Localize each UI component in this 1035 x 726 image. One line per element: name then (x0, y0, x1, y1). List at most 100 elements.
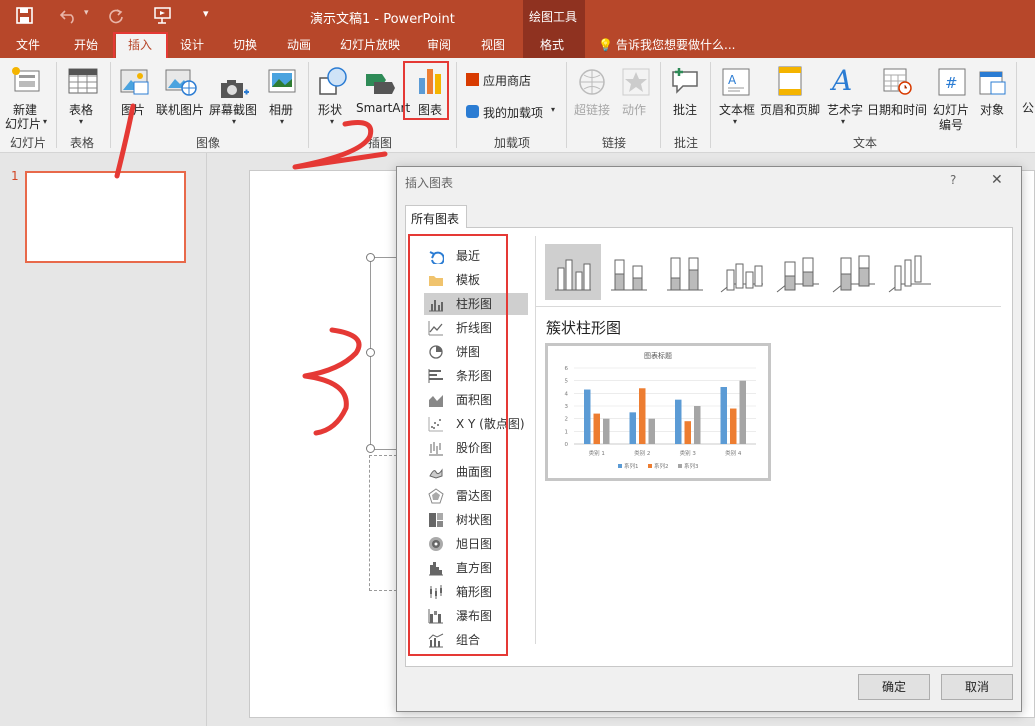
tell-me-search[interactable]: 告诉我您想要做什么... (616, 32, 735, 58)
screenshot-button[interactable]: 屏幕截图 ▾ (208, 60, 262, 130)
office-store-button[interactable]: 应用商店 (462, 70, 562, 90)
textbox-icon: A (722, 68, 750, 96)
group-divider (566, 62, 567, 148)
x-tick-label: 类别 2 (634, 449, 650, 457)
tab-all-charts[interactable]: 所有图表 (405, 205, 467, 228)
group-label-illustrations: 插图 (368, 136, 393, 150)
my-addins-button[interactable]: 我的加载项 ▾ (462, 102, 562, 122)
hyperlink-button[interactable]: 超链接 (572, 60, 614, 120)
bar-系列1 (720, 387, 727, 444)
wordart-button[interactable]: A 艺术字 ▾ (824, 60, 864, 130)
save-icon[interactable] (16, 7, 34, 25)
subtype-3d-clustered-column[interactable] (713, 244, 769, 300)
chevron-down-icon: ▾ (280, 117, 285, 126)
shapes-button[interactable]: 形状 ▾ (314, 60, 352, 130)
object-button[interactable]: 对象 (976, 60, 1010, 120)
x-tick-label: 类别 1 (589, 449, 605, 457)
tab-file[interactable]: 文件 (16, 32, 40, 58)
resize-handle[interactable] (366, 253, 375, 262)
equation-label[interactable]: 公 (1022, 99, 1034, 116)
window-title: 演示文稿1 - PowerPoint (310, 12, 455, 27)
tab-slideshow[interactable]: 幻灯片放映 (340, 32, 400, 58)
chart-subtype-title: 簇状柱形图 (546, 319, 622, 337)
group-divider (710, 62, 711, 148)
y-tick-label: 1 (565, 429, 569, 435)
cancel-button[interactable]: 取消 (941, 674, 1013, 700)
chevron-down-icon: ▾ (841, 117, 846, 126)
legend-label: 系列1 (624, 462, 639, 470)
chevron-down-icon: ▾ (330, 117, 335, 126)
chart-preview[interactable]: 图表标题 0 1 2 3 4 5 6 类别 1 类别 2 类别 3 类别 4 系列1 系列2 系列3 (545, 343, 771, 481)
subtype-3d-stacked-column[interactable] (769, 244, 825, 300)
tab-view[interactable]: 视图 (481, 32, 505, 58)
subtype-3d-percent-stacked-column[interactable] (825, 244, 881, 300)
tab-format[interactable]: 格式 (523, 32, 585, 58)
table-button[interactable]: 表格 ▾ (62, 60, 104, 130)
tab-home[interactable]: 开始 (74, 32, 98, 58)
y-tick-label: 3 (565, 404, 569, 410)
group-divider (660, 62, 661, 148)
legend-label: 系列2 (654, 462, 669, 470)
slide-number: 1 (11, 169, 19, 183)
comment-button[interactable]: 批注 (666, 60, 706, 120)
online-picture-icon (165, 69, 197, 96)
online-picture-button[interactable]: 联机图片 (154, 60, 206, 120)
header-footer-button[interactable]: 页眉和页脚 (758, 60, 822, 120)
tab-review[interactable]: 审阅 (427, 32, 451, 58)
group-divider (1016, 62, 1017, 148)
chevron-down-icon: ▾ (551, 105, 556, 114)
undo-dropdown-icon[interactable]: ▾ (84, 8, 89, 18)
group-label-comments: 批注 (674, 136, 699, 150)
legend-label: 系列3 (684, 462, 699, 470)
action-button[interactable]: 动作 (618, 60, 654, 120)
group-divider (56, 62, 57, 148)
date-time-button[interactable]: 日期和时间 (866, 60, 930, 120)
tab-design[interactable]: 设计 (180, 32, 204, 58)
ok-button[interactable]: 确定 (858, 674, 930, 700)
group-label-text: 文本 (853, 136, 878, 150)
bar-系列3 (739, 380, 746, 444)
undo-icon[interactable] (60, 8, 78, 24)
tab-animations[interactable]: 动画 (287, 32, 311, 58)
gallery-divider (535, 306, 1001, 307)
help-button[interactable]: ? (950, 173, 956, 187)
slide-number-button[interactable]: # 幻灯片 编号 (932, 60, 972, 136)
group-label-images: 图像 (196, 136, 221, 150)
3d-column-icon (888, 255, 931, 293)
subtype-clustered-column[interactable] (545, 244, 601, 300)
tab-transitions[interactable]: 切换 (233, 32, 257, 58)
photo-album-button[interactable]: 相册 ▾ (266, 60, 302, 130)
resize-handle[interactable] (366, 444, 375, 453)
ribbon: 新建 幻灯片 ▾ 幻灯片 表格 ▾ 表格 图片 联机图片 屏幕截图 ▾ 相册 ▾… (0, 58, 1035, 153)
close-icon[interactable]: ✕ (991, 172, 1003, 188)
wordart-icon: A (832, 64, 853, 97)
title-bar: ▾ ▾ 演示文稿1 - PowerPoint 绘图工具 (0, 0, 1035, 32)
3d-clustered-column-icon (720, 263, 763, 293)
new-slide-icon (12, 67, 40, 92)
legend-swatch (648, 464, 652, 468)
textbox-button[interactable]: A 文本框 ▾ (716, 60, 756, 130)
picture-icon (120, 69, 149, 95)
subtype-stacked-column[interactable] (601, 244, 657, 300)
customize-qat-icon[interactable]: ▾ (203, 7, 209, 20)
subtitle-placeholder[interactable] (369, 455, 397, 591)
new-slide-button[interactable]: 新建 幻灯片 ▾ (2, 60, 52, 131)
legend-swatch (678, 464, 682, 468)
subtype-percent-stacked-column[interactable] (657, 244, 713, 300)
comment-icon (672, 68, 698, 94)
lightbulb-icon: 💡 (598, 38, 613, 52)
slide-thumbnail[interactable] (25, 171, 186, 263)
subtype-3d-column[interactable] (881, 244, 937, 300)
picture-button[interactable]: 图片 (116, 60, 152, 120)
group-divider (308, 62, 309, 148)
shapes-icon (319, 67, 347, 95)
redo-icon[interactable] (108, 8, 124, 24)
group-divider (456, 62, 457, 148)
smartart-button[interactable]: SmartArt (354, 60, 410, 120)
table-icon (68, 68, 98, 94)
present-icon[interactable] (153, 7, 173, 25)
bar-系列2 (684, 421, 691, 444)
y-tick-label: 6 (565, 366, 569, 372)
resize-handle[interactable] (366, 348, 375, 357)
group-label-addins: 加载项 (494, 136, 531, 150)
